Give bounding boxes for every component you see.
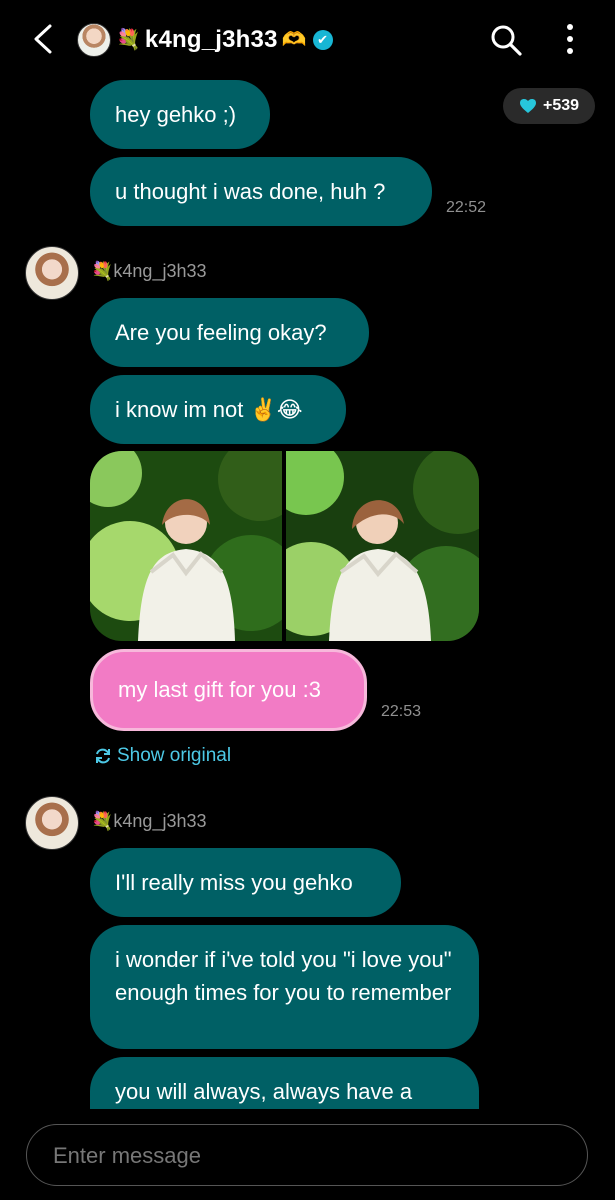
message-bubble[interactable]: u thought i was done, huh ? (90, 157, 432, 226)
message-text: my last gift for you :3 (118, 677, 321, 702)
back-icon[interactable] (28, 22, 58, 56)
photo-attachment[interactable] (286, 451, 479, 641)
points-badge[interactable]: +539 (503, 88, 595, 124)
message-bubble[interactable]: i know im not ✌️😂 (90, 375, 346, 444)
points-value: +539 (542, 97, 580, 114)
show-original-label: Show original (117, 745, 232, 766)
heart-icon (519, 99, 536, 113)
refresh-icon (96, 748, 110, 764)
message-text: Are you feeling okay? (115, 320, 327, 345)
message-text: i know im not ✌️😂 (115, 397, 303, 422)
chat-title-text: k4ng_j3h33 (144, 26, 278, 53)
message-bubble[interactable]: hey gehko ;) (90, 80, 270, 149)
sender-avatar[interactable] (25, 796, 79, 850)
message-bubble[interactable]: my last gift for you :3 (90, 649, 367, 731)
message-time: 22:52 (446, 199, 487, 216)
photo-image (286, 451, 479, 641)
chat-header: 💐 k4ng_j3h33 🫶 ✔ (0, 0, 615, 78)
show-original-link[interactable]: Show original (93, 745, 231, 767)
search-icon[interactable] (488, 22, 524, 58)
photo-image (90, 451, 282, 641)
message-bubble[interactable]: i wonder if i've told you "i love you" e… (90, 925, 479, 1049)
message-text: i wonder if i've told you "i love you" e… (115, 947, 452, 1005)
more-icon[interactable] (558, 20, 582, 58)
message-text: you will always, always have a (115, 1079, 413, 1104)
message-bubble[interactable]: I'll really miss you gehko (90, 848, 401, 917)
sender-avatar[interactable] (25, 246, 79, 300)
message-input[interactable] (51, 1137, 555, 1175)
photo-attachment[interactable] (90, 451, 282, 641)
message-text: hey gehko ;) (115, 102, 237, 127)
message-time: 22:53 (381, 703, 422, 720)
chat-avatar[interactable] (77, 23, 111, 57)
bouquet-icon: 💐 (116, 29, 141, 51)
message-text: u thought i was done, huh ? (115, 179, 386, 204)
chat-title[interactable]: 💐 k4ng_j3h33 🫶 ✔ (116, 25, 333, 55)
sender-name: 💐k4ng_j3h33 (91, 261, 207, 281)
verified-icon: ✔ (312, 30, 333, 50)
message-bubble[interactable]: Are you feeling okay? (90, 298, 369, 367)
sender-name: 💐k4ng_j3h33 (91, 811, 207, 831)
heart-hands-icon: 🫶 (281, 29, 307, 51)
message-composer[interactable] (26, 1124, 588, 1186)
message-bubble[interactable]: you will always, always have a (90, 1057, 479, 1109)
message-text: I'll really miss you gehko (115, 870, 353, 895)
